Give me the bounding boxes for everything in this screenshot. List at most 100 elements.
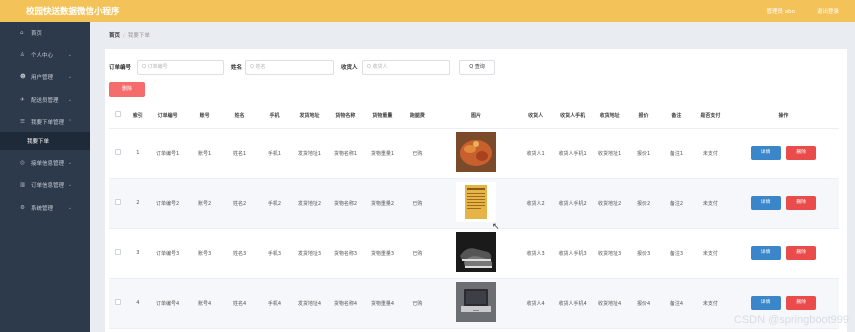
detail-button[interactable]: 详情: [750, 296, 781, 310]
cell-ship-address: 发货地址4: [291, 278, 327, 329]
gear-icon: ⚙: [20, 205, 25, 211]
sidebar-item-home[interactable]: ⌂ 首页: [0, 24, 90, 42]
table-header: 订单编号: [148, 103, 188, 129]
row-checkbox[interactable]: [115, 249, 122, 255]
sidebar-item-couriers[interactable]: ✈ 配送员管理 ⌄: [0, 91, 90, 109]
detail-button[interactable]: 详情: [750, 146, 781, 160]
table-header: 跑腿费: [400, 103, 434, 129]
cell-actions: 详情 删除: [727, 128, 839, 179]
logout-link[interactable]: 退出登录: [817, 7, 839, 15]
cell-receive-address: 收货地址3: [592, 228, 628, 279]
chart-icon: ▥: [20, 182, 26, 188]
table-header: 操作: [727, 103, 839, 129]
receiver-input[interactable]: Q 收货人: [362, 60, 450, 75]
cell-receive-address: 收货地址2: [592, 178, 628, 229]
cell-actions: 详情 删除: [727, 178, 839, 229]
cell-goods: 货物名称1: [326, 128, 364, 179]
delete-button[interactable]: 删除: [786, 246, 817, 260]
watermark: CSDN @springboot999: [733, 314, 849, 326]
cell-name: 姓名1: [222, 128, 258, 179]
table-header: 报价: [627, 103, 660, 129]
sidebar-item-label: 用户管理: [31, 75, 54, 81]
cell-phone: 手机3: [257, 228, 292, 279]
row-select[interactable]: [109, 178, 128, 229]
breadcrumb-separator: /: [123, 33, 125, 39]
row-select[interactable]: [109, 228, 128, 279]
sidebar-item-profile[interactable]: ♙ 个人中心 ⌄: [0, 46, 90, 64]
cell-image: [433, 278, 519, 329]
row-checkbox[interactable]: [115, 299, 122, 305]
cell-image: [433, 228, 519, 279]
delivery-icon: ✈: [20, 97, 25, 103]
laptop-image[interactable]: [455, 282, 496, 322]
delete-button[interactable]: 删除: [786, 296, 817, 310]
cell-phone: 手机4: [257, 278, 292, 329]
circle-icon: ◎: [20, 160, 25, 166]
table-header: 备注: [659, 103, 693, 129]
cell-quote: 报价4: [627, 278, 660, 329]
person-icon: ♙: [20, 52, 25, 58]
sidebar-item-system[interactable]: ⚙ 系统管理 ⌄: [0, 199, 90, 217]
cell-ship-address: 发货地址1: [291, 128, 327, 179]
cell-paid: 未支付: [692, 178, 728, 229]
sidebar-item-users[interactable]: ☻ 用户管理 ⌄: [0, 68, 90, 86]
name-input[interactable]: Q 姓名: [245, 60, 334, 75]
current-user: 管理员 abo: [766, 9, 795, 15]
header-select[interactable]: [109, 103, 128, 129]
cell-order: 订单编号1: [148, 128, 188, 179]
table-header: 图片: [433, 103, 519, 129]
row-select[interactable]: [109, 128, 128, 179]
content-card: 订单编号 Q 订单编号 姓名 Q 姓名 收货人 Q 收货人 Q 查询 删除 索引…: [105, 49, 847, 332]
detail-button[interactable]: 详情: [750, 246, 781, 260]
table-row: 4 订单编号4 账号4 姓名4 手机4 发货地址4 货物名称4 货物重量4 已购: [109, 278, 839, 329]
cell-remark: 备注4: [659, 278, 693, 329]
main-content: 首页 / 我要下单 订单编号 Q 订单编号 姓名 Q 姓名 收货人 Q 收货人 Q …: [90, 22, 855, 332]
row-checkbox[interactable]: [115, 149, 122, 155]
sidebar-item-label: 系统管理: [31, 206, 54, 212]
delete-button[interactable]: 删除: [786, 196, 817, 210]
cell-receiver-phone: 收货人手机3: [553, 228, 593, 279]
cell-receiver: 收货人1: [518, 128, 554, 179]
chevron-down-icon: ⌄: [67, 52, 72, 58]
cell-phone: 手机1: [257, 128, 292, 179]
row-checkbox[interactable]: [115, 199, 122, 205]
sidebar-item-order-info[interactable]: ▥ 订单信息管理 ⌄: [0, 176, 90, 194]
sidebar-item-accept-info[interactable]: ◎ 接单信息管理 ⌄: [0, 154, 90, 172]
cell-receiver-phone: 收货人手机1: [553, 128, 593, 179]
cell-phone: 手机2: [257, 178, 292, 229]
cell-fee: 已购: [400, 128, 434, 179]
cell-weight: 货物重量3: [363, 228, 401, 279]
food-image[interactable]: [455, 132, 496, 172]
cell-receive-address: 收货地址4: [592, 278, 628, 329]
order-number-input[interactable]: Q 订单编号: [137, 60, 224, 75]
cell-quote: 报价1: [627, 128, 660, 179]
select-all-checkbox[interactable]: [115, 111, 122, 118]
receiver-label: 收货人: [341, 65, 358, 71]
cell-index: 3: [127, 228, 149, 279]
mouse-cursor-icon: ↖: [492, 222, 500, 232]
chevron-down-icon: ⌄: [67, 182, 72, 188]
cell-receiver: 收货人3: [518, 228, 554, 279]
table-header: 发货地址: [291, 103, 327, 129]
row-select[interactable]: [109, 278, 128, 329]
shoes-image[interactable]: [455, 232, 496, 272]
breadcrumb: 首页 / 我要下单: [109, 31, 150, 39]
cell-receiver-phone: 收货人手机4: [553, 278, 593, 329]
sidebar-item-orders-manage[interactable]: ☰ 我要下单管理 ⌃: [0, 113, 90, 131]
cell-index: 1: [127, 128, 149, 179]
cell-fee: 已购: [400, 228, 434, 279]
table-header: 收货人手机: [553, 103, 593, 129]
breadcrumb-home[interactable]: 首页: [109, 33, 120, 39]
cell-quote: 报价2: [627, 178, 660, 229]
book-image[interactable]: [455, 182, 496, 222]
delete-button[interactable]: 删除: [786, 146, 817, 160]
batch-delete-button[interactable]: 删除: [109, 82, 145, 97]
sidebar-subitem-place-order[interactable]: 我要下单: [0, 132, 90, 150]
table-header: 收货地址: [592, 103, 628, 129]
cell-receive-address: 收货地址1: [592, 128, 628, 179]
breadcrumb-current: 我要下单: [127, 33, 150, 39]
detail-button[interactable]: 详情: [750, 196, 781, 210]
cell-receiver: 收货人2: [518, 178, 554, 229]
search-button[interactable]: Q 查询: [459, 60, 495, 75]
search-bar: 订单编号 Q 订单编号 姓名 Q 姓名 收货人 Q 收货人 Q 查询: [109, 60, 509, 75]
